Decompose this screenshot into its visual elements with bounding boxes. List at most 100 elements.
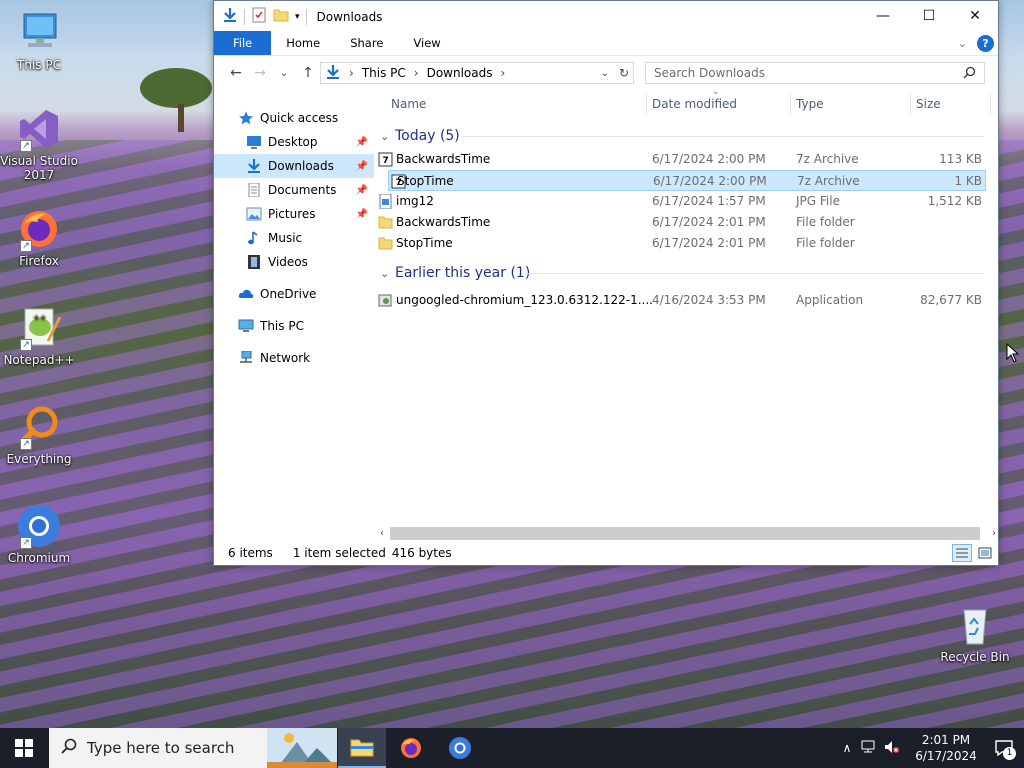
sidebar-item-downloads[interactable]: Downloads 📌 bbox=[214, 154, 374, 178]
horizontal-scrollbar[interactable]: ‹ › bbox=[374, 525, 998, 542]
pin-icon[interactable]: 📌 bbox=[356, 137, 368, 148]
desktop-icon-this-pc[interactable]: This PC bbox=[0, 10, 78, 72]
archive-icon: 7 bbox=[378, 152, 393, 167]
back-arrow-icon[interactable]: ← bbox=[224, 65, 248, 81]
notification-count-badge: 1 bbox=[1003, 747, 1016, 760]
taskbar-chromium[interactable] bbox=[436, 728, 484, 768]
pin-icon[interactable]: 📌 bbox=[356, 185, 368, 196]
show-hidden-icons-chevron-icon[interactable]: ∧ bbox=[836, 741, 858, 755]
help-icon[interactable]: ? bbox=[977, 35, 994, 52]
taskbar-file-explorer[interactable] bbox=[338, 728, 386, 768]
quick-access-toolbar: ▾ bbox=[222, 7, 307, 26]
forward-arrow-icon[interactable]: → bbox=[248, 65, 272, 81]
breadcrumb-separator-icon[interactable]: › bbox=[414, 66, 419, 80]
network-icon[interactable] bbox=[858, 740, 880, 757]
file-row[interactable]: img12 6/17/2024 1:57 PM JPG File 1,512 K… bbox=[374, 191, 998, 212]
window-title: Downloads bbox=[316, 9, 383, 24]
desktop-icon-chromium[interactable]: ↗ Chromium bbox=[0, 503, 78, 565]
up-arrow-icon[interactable]: ↑ bbox=[296, 65, 320, 81]
address-bar[interactable]: › This PC › Downloads › ⌄ ↻ bbox=[320, 62, 634, 84]
navigation-pane: Quick access Desktop 📌 Downloads 📌 Docum… bbox=[214, 106, 374, 546]
tab-file[interactable]: File bbox=[214, 31, 272, 55]
large-icons-view-icon[interactable] bbox=[978, 547, 992, 562]
new-folder-icon[interactable] bbox=[273, 7, 289, 26]
refresh-icon[interactable]: ↻ bbox=[619, 66, 629, 80]
firefox-icon: ↗ bbox=[16, 206, 62, 252]
file-row[interactable]: 7 BackwardsTime 6/17/2024 2:00 PM 7z Arc… bbox=[374, 149, 998, 170]
sidebar-item-videos[interactable]: Videos bbox=[214, 250, 374, 274]
file-name: StopTime bbox=[397, 174, 454, 188]
svg-text:++: ++ bbox=[33, 313, 46, 322]
sidebar-item-this-pc[interactable]: This PC bbox=[214, 314, 374, 338]
sort-chevron-icon: ⌄ bbox=[712, 87, 720, 97]
sidebar-item-onedrive[interactable]: OneDrive bbox=[214, 282, 374, 306]
volume-muted-icon[interactable] bbox=[880, 740, 904, 757]
breadcrumb-downloads[interactable]: Downloads bbox=[427, 66, 493, 80]
file-type: File folder bbox=[796, 215, 855, 229]
sidebar-item-pictures[interactable]: Pictures 📌 bbox=[214, 202, 374, 226]
search-input[interactable]: Search Downloads bbox=[645, 62, 985, 84]
scroll-right-icon[interactable]: › bbox=[992, 528, 996, 539]
cloud-icon bbox=[238, 287, 254, 301]
column-header-name[interactable]: Name bbox=[391, 97, 426, 111]
breadcrumb-separator-icon[interactable]: › bbox=[500, 66, 505, 80]
desktop-icon-firefox[interactable]: ↗ Firefox bbox=[0, 206, 78, 268]
file-row-selected[interactable]: 7 StopTime 6/17/2024 2:00 PM 7z Archive … bbox=[388, 170, 986, 191]
expand-ribbon-chevron-icon[interactable]: ⌄ bbox=[958, 37, 967, 50]
file-size: 82,677 KB bbox=[920, 293, 982, 307]
address-dropdown-icon[interactable]: ⌄ bbox=[601, 68, 609, 79]
notification-center-icon[interactable]: 1 bbox=[984, 728, 1024, 768]
sidebar-item-desktop[interactable]: Desktop 📌 bbox=[214, 130, 374, 154]
downloads-arrow-icon bbox=[246, 159, 262, 173]
tab-home[interactable]: Home bbox=[271, 31, 335, 55]
installer-icon bbox=[378, 293, 393, 308]
tab-view[interactable]: View bbox=[398, 31, 455, 55]
image-file-icon bbox=[378, 193, 393, 210]
file-name: BackwardsTime bbox=[396, 215, 491, 229]
taskbar-firefox[interactable] bbox=[387, 728, 435, 768]
desktop-icon-visual-studio[interactable]: ↗ Visual Studio 2017 bbox=[0, 106, 78, 182]
scroll-left-icon[interactable]: ‹ bbox=[374, 528, 390, 539]
sidebar-item-music[interactable]: Music bbox=[214, 226, 374, 250]
breadcrumb-this-pc[interactable]: This PC bbox=[362, 66, 406, 80]
column-header-date-modified[interactable]: Date modified bbox=[652, 97, 737, 111]
notepadpp-icon: ++ ↗ bbox=[16, 305, 62, 351]
group-header-earlier-this-year[interactable]: ⌄ Earlier this year (1) bbox=[374, 260, 998, 286]
taskbar-search-placeholder: Type here to search bbox=[87, 739, 235, 757]
tab-share[interactable]: Share bbox=[335, 31, 398, 55]
recent-locations-chevron-icon[interactable]: ⌄ bbox=[272, 68, 296, 79]
file-row[interactable]: StopTime 6/17/2024 2:01 PM File folder bbox=[374, 233, 998, 254]
mouse-cursor-icon bbox=[1006, 342, 1020, 366]
sidebar-item-network[interactable]: Network bbox=[214, 346, 374, 370]
group-header-today[interactable]: ⌄ Today (5) bbox=[374, 123, 998, 149]
file-row[interactable]: BackwardsTime 6/17/2024 2:01 PM File fol… bbox=[374, 212, 998, 233]
start-button[interactable] bbox=[0, 728, 48, 768]
desktop-icon-everything[interactable]: ↗ Everything bbox=[0, 404, 78, 466]
sidebar-item-documents[interactable]: Documents 📌 bbox=[214, 178, 374, 202]
desktop-icon-notepadpp[interactable]: ++ ↗ Notepad++ bbox=[0, 305, 78, 367]
pin-icon[interactable]: 📌 bbox=[356, 161, 368, 172]
column-header-type[interactable]: Type bbox=[796, 97, 824, 111]
column-header-size[interactable]: Size bbox=[916, 97, 941, 111]
firefox-icon bbox=[401, 738, 421, 758]
scrollbar-thumb[interactable] bbox=[390, 527, 980, 540]
details-view-icon[interactable] bbox=[952, 544, 972, 562]
sidebar-item-label: Music bbox=[268, 231, 303, 245]
file-row[interactable]: ungoogled-chromium_123.0.6312.122-1.... … bbox=[374, 290, 998, 311]
file-date: 6/17/2024 2:00 PM bbox=[653, 174, 767, 188]
pin-icon[interactable]: 📌 bbox=[356, 209, 368, 220]
minimize-button[interactable]: — bbox=[860, 1, 906, 31]
desktop-icon-label: Notepad++ bbox=[3, 353, 75, 367]
file-size: 1 KB bbox=[954, 174, 982, 188]
folder-icon bbox=[378, 236, 393, 251]
desktop-icon-recycle-bin[interactable]: Recycle Bin bbox=[936, 602, 1014, 664]
maximize-button[interactable]: ☐ bbox=[906, 1, 952, 31]
customize-toolbar-dropdown-icon[interactable]: ▾ bbox=[295, 12, 300, 22]
close-button[interactable]: ✕ bbox=[952, 1, 998, 31]
taskbar-search-box[interactable]: Type here to search bbox=[49, 728, 337, 768]
sidebar-item-quick-access[interactable]: Quick access bbox=[214, 106, 374, 130]
properties-icon[interactable] bbox=[251, 7, 267, 26]
group-label: Today (5) bbox=[395, 128, 460, 144]
clock[interactable]: 2:01 PM 6/17/2024 bbox=[908, 732, 984, 764]
breadcrumb-separator-icon[interactable]: › bbox=[349, 66, 354, 80]
